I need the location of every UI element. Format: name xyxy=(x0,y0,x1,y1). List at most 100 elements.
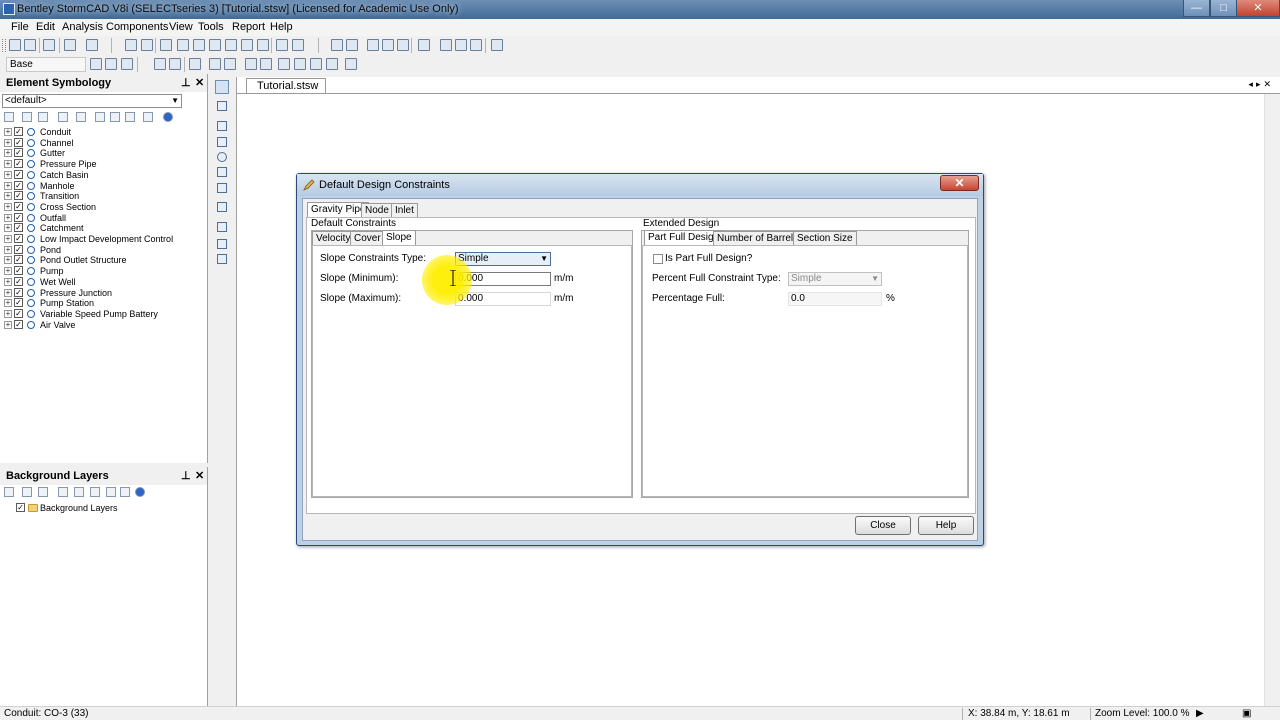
nav-arrow-icon[interactable]: ▶ xyxy=(1196,708,1204,719)
expand-icon[interactable]: + xyxy=(4,288,12,297)
visibility-checkbox[interactable]: ✓ xyxy=(14,201,23,211)
print-preview-icon[interactable] xyxy=(64,39,76,51)
expand-icon[interactable]: + xyxy=(4,138,12,147)
delete-icon[interactable] xyxy=(224,58,236,70)
symbology-item[interactable]: + ✓ Variable Speed Pump Battery xyxy=(4,308,204,320)
symbology-item[interactable]: + ✓ Pond Outlet Structure xyxy=(4,255,204,266)
minimize-button[interactable]: — xyxy=(1183,0,1210,17)
visibility-checkbox[interactable]: ✓ xyxy=(14,180,23,190)
catch-basin-tool-icon[interactable] xyxy=(217,121,227,131)
expand-icon[interactable]: + xyxy=(4,213,12,222)
menu-help[interactable]: Help xyxy=(270,21,293,33)
slope-constraints-type-select[interactable]: Simple ▼ xyxy=(455,252,551,266)
visibility-checkbox[interactable]: ✓ xyxy=(14,255,23,265)
symbology-item[interactable]: + ✓ Catchment xyxy=(4,223,204,234)
design-icon[interactable] xyxy=(189,58,201,70)
collapse-all-icon[interactable] xyxy=(120,487,130,497)
close-button[interactable]: Close xyxy=(855,516,911,535)
close-icon[interactable]: ✕ xyxy=(940,175,979,191)
rename-icon[interactable] xyxy=(38,112,48,122)
tab-part-full-design[interactable]: Part Full Design xyxy=(644,230,724,245)
alternatives-icon[interactable] xyxy=(245,58,257,70)
tab-navigation[interactable]: ◂▸✕ xyxy=(1248,79,1274,90)
sync-icon[interactable] xyxy=(326,58,338,70)
visibility-checkbox[interactable]: ✓ xyxy=(14,308,23,318)
visibility-checkbox[interactable]: ✓ xyxy=(14,298,23,308)
expand-icon[interactable]: + xyxy=(4,309,12,318)
tab-velocity[interactable]: Velocity xyxy=(312,231,355,245)
flex-tables-icon[interactable] xyxy=(294,58,306,70)
symbology-item[interactable]: + ✓ Low Impact Development Control xyxy=(4,234,204,245)
move-up-icon[interactable] xyxy=(74,487,84,497)
expand-icon[interactable]: + xyxy=(4,245,12,254)
pan-icon[interactable] xyxy=(276,39,288,51)
slope-maximum-input[interactable]: 0.000 xyxy=(455,292,551,306)
zoom-window-icon[interactable] xyxy=(209,39,221,51)
scenario-folder-icon[interactable] xyxy=(90,58,102,70)
pin-icon[interactable]: ⊥ xyxy=(181,469,191,482)
visibility-checkbox[interactable]: ✓ xyxy=(14,127,23,136)
tools-icon[interactable] xyxy=(491,39,503,51)
pond-tool-icon[interactable] xyxy=(217,222,227,232)
maximize-button[interactable]: □ xyxy=(1210,0,1237,17)
pump-tool-icon[interactable] xyxy=(217,137,227,147)
symbology-item[interactable]: + ✓ Transition xyxy=(4,191,204,202)
help-button[interactable]: Help xyxy=(918,516,974,535)
zoom-previous-icon[interactable] xyxy=(257,39,269,51)
profile-icon[interactable] xyxy=(382,39,394,51)
undo-icon[interactable] xyxy=(125,39,137,51)
new-layer-icon[interactable] xyxy=(4,487,14,497)
visibility-checkbox[interactable]: ✓ xyxy=(14,137,23,147)
visibility-checkbox[interactable]: ✓ xyxy=(14,159,23,169)
symbology-item[interactable]: + ✓ Gutter xyxy=(4,148,204,159)
symbology-item[interactable]: + ✓ Manhole xyxy=(4,180,204,192)
calculator-icon[interactable] xyxy=(455,39,467,51)
layout-icon[interactable] xyxy=(310,58,322,70)
tab-slope[interactable]: Slope xyxy=(382,230,416,245)
symbology-item[interactable]: + ✓ Pressure Pipe xyxy=(4,159,204,170)
percent-full-constraint-type-select[interactable]: Simple ▼ xyxy=(788,272,882,286)
expand-all-icon[interactable] xyxy=(125,112,135,122)
expand-icon[interactable]: + xyxy=(4,267,12,276)
expand-icon[interactable]: + xyxy=(4,170,12,179)
select-arrow-icon[interactable] xyxy=(215,80,229,94)
expand-icon[interactable]: + xyxy=(4,160,12,169)
catchment-tool-icon[interactable] xyxy=(217,202,227,212)
symbology-item[interactable]: + ✓ Pressure Junction xyxy=(4,287,204,299)
copy-icon[interactable] xyxy=(209,58,221,70)
vertical-scrollbar[interactable] xyxy=(1264,94,1280,706)
menu-analysis[interactable]: Analysis xyxy=(62,21,103,33)
tab-number-of-barrels[interactable]: Number of Barrels xyxy=(713,231,803,245)
scenario-select[interactable]: Base xyxy=(6,57,86,72)
move-down-icon[interactable] xyxy=(90,487,100,497)
visibility-checkbox[interactable]: ✓ xyxy=(14,234,23,243)
options-grid-icon[interactable] xyxy=(260,58,272,70)
symbology-item[interactable]: + ✓ Pump Station xyxy=(4,298,204,309)
symbology-item[interactable]: + ✓ Channel xyxy=(4,137,204,149)
move-down-icon[interactable] xyxy=(110,112,120,122)
outfall-tool-icon[interactable] xyxy=(217,183,227,193)
menu-components[interactable]: Components xyxy=(106,21,168,33)
find-icon[interactable] xyxy=(160,39,172,51)
toolbar-grip[interactable] xyxy=(2,39,6,52)
edit-symbology-icon[interactable] xyxy=(58,112,68,122)
visibility-checkbox[interactable]: ✓ xyxy=(14,169,23,179)
percentage-full-input[interactable]: 0.0 xyxy=(788,292,882,306)
options-icon[interactable] xyxy=(470,39,482,51)
manhole-tool-icon[interactable] xyxy=(217,152,227,162)
edit-layer-icon[interactable] xyxy=(58,487,68,497)
visibility-checkbox[interactable]: ✓ xyxy=(14,319,23,329)
table-icon[interactable] xyxy=(367,39,379,51)
delete-symbology-icon[interactable] xyxy=(22,112,32,122)
zoom-out-icon[interactable] xyxy=(241,39,253,51)
checkbox[interactable]: ✓ xyxy=(16,503,25,512)
scenario-calc-icon[interactable] xyxy=(121,58,133,70)
annotation-tool-icon[interactable] xyxy=(217,239,227,249)
new-symbology-icon[interactable] xyxy=(4,112,14,122)
tab-inlet[interactable]: Inlet xyxy=(391,203,418,217)
refresh-icon[interactable] xyxy=(292,39,304,51)
visibility-checkbox[interactable]: ✓ xyxy=(14,212,23,222)
expand-icon[interactable]: + xyxy=(4,224,12,233)
symbology-item[interactable]: + ✓ Pond xyxy=(4,244,204,256)
rename-layer-icon[interactable] xyxy=(38,487,48,497)
